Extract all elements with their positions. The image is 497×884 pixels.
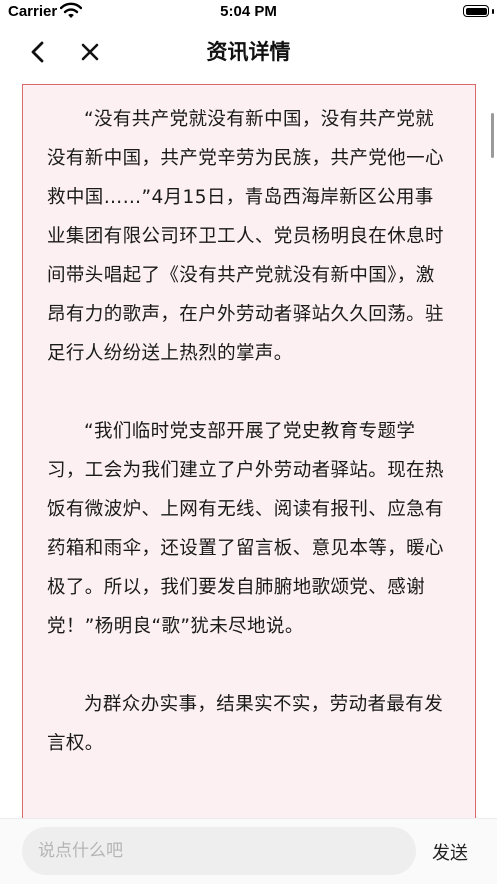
article-body: “没有共产党就没有新中国，没有共产党就没有新中国，共产党辛劳为民族，共产党他一心… xyxy=(22,84,476,818)
comment-bar: 发送 xyxy=(0,818,497,884)
send-button[interactable]: 发送 xyxy=(432,839,468,865)
article-paragraph: 为群众办实事，结果实不实，劳动者最有发言权。 xyxy=(47,694,444,754)
vertical-scrollbar[interactable] xyxy=(491,113,494,158)
battery-cap xyxy=(492,9,494,14)
page-title: 资讯详情 xyxy=(206,40,291,64)
close-icon[interactable] xyxy=(76,38,104,66)
article-paragraph: “没有共产党就没有新中国，没有共产党就没有新中国，共产党辛劳为民族，共产党他一心… xyxy=(47,109,444,364)
chevron-left-icon[interactable] xyxy=(24,38,52,66)
article-paragraph: “我们临时党支部开展了党史教育专题学习，工会为我们建立了户外劳动者驿站。现在热饭… xyxy=(47,421,444,637)
nav-bar: 资讯详情 xyxy=(0,26,497,76)
status-time: 5:04 PM xyxy=(220,3,277,20)
status-bar: Carrier 5:04 PM xyxy=(0,0,497,26)
battery-fill xyxy=(465,7,487,15)
article-scroll-area[interactable]: “没有共产党就没有新中国，没有共产党就没有新中国，共产党辛劳为民族，共产党他一心… xyxy=(0,76,497,818)
battery-icon xyxy=(463,5,489,17)
comment-input[interactable] xyxy=(22,827,416,875)
